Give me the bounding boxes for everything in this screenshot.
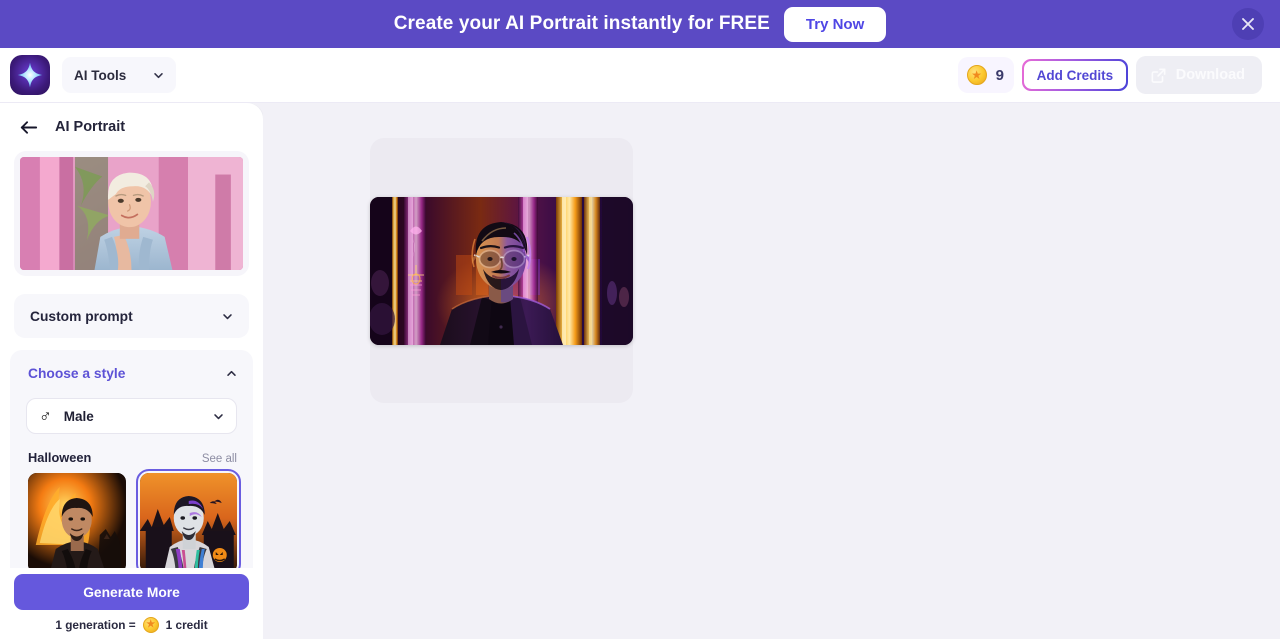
chevron-down-icon: [223, 313, 232, 319]
gender-dropdown[interactable]: ♂ Male: [26, 398, 237, 434]
generate-more-button[interactable]: Generate More: [14, 574, 249, 610]
credits-count: 9: [995, 66, 1005, 84]
ai-tools-dropdown[interactable]: AI Tools: [62, 57, 176, 93]
result-image-card[interactable]: [370, 138, 633, 403]
source-image: [20, 157, 243, 270]
halloween-haunted-style-art: [139, 473, 237, 573]
promo-banner: Create your AI Portrait instantly for FR…: [0, 0, 1280, 48]
credit-cost-note: 1 generation = ★ 1 credit: [14, 617, 249, 633]
custom-prompt-section[interactable]: Custom prompt: [14, 294, 249, 338]
credit-cost-suffix: 1 credit: [165, 618, 208, 632]
style-thumbnail-row: [18, 465, 245, 577]
chevron-up-icon: [227, 370, 236, 376]
app-logo-sparkle-icon: [17, 62, 43, 88]
gender-value: Male: [63, 408, 94, 424]
add-credits-label: Add Credits: [1023, 60, 1127, 90]
custom-prompt-label: Custom prompt: [30, 308, 133, 324]
page-title: AI Portrait: [55, 119, 126, 135]
sidebar-panel: AI Portrait Custom prompt Choose a style…: [0, 103, 263, 639]
generated-result-image: [370, 196, 633, 345]
sidebar-header: AI Portrait: [0, 103, 263, 151]
external-link-icon: [1151, 68, 1166, 83]
category-title: Halloween: [28, 450, 92, 465]
choose-style-section: Choose a style ♂ Male Halloween See all: [10, 350, 253, 583]
halloween-fire-style-art: [28, 473, 126, 573]
add-credits-button[interactable]: Add Credits: [1022, 59, 1128, 91]
coin-icon: ★: [966, 65, 987, 85]
choose-style-header[interactable]: Choose a style: [18, 362, 245, 384]
category-header: Halloween See all: [18, 434, 245, 465]
choose-style-label: Choose a style: [28, 365, 126, 381]
coin-icon: ★: [142, 617, 159, 633]
see-all-link[interactable]: See all: [202, 453, 237, 465]
style-thumbnail-halloween-haunted[interactable]: [135, 469, 241, 577]
male-symbol-icon: ♂: [39, 406, 52, 426]
back-arrow-icon[interactable]: [18, 117, 39, 138]
app-header: AI Tools ★ 9 Add Credits Download: [0, 48, 1280, 103]
generate-section: Generate More 1 generation = ★ 1 credit: [0, 568, 263, 639]
promo-banner-text: Create your AI Portrait instantly for FR…: [393, 13, 770, 34]
close-icon: [1242, 18, 1254, 30]
download-label: Download: [1175, 67, 1245, 83]
source-image-card[interactable]: [14, 151, 249, 276]
style-thumbnail-halloween-fire[interactable]: [28, 473, 126, 573]
try-now-button[interactable]: Try Now: [783, 6, 887, 42]
ai-portrait-app: Create your AI Portrait instantly for FR…: [0, 0, 1280, 639]
chevron-down-icon: [154, 72, 163, 78]
main-canvas: [263, 103, 1280, 639]
credits-balance[interactable]: ★ 9: [957, 57, 1015, 93]
app-logo[interactable]: [10, 55, 50, 95]
generated-neon-portrait-art: [370, 196, 633, 345]
ai-tools-dropdown-label: AI Tools: [74, 67, 127, 83]
close-banner-button[interactable]: [1232, 8, 1264, 40]
header-actions: ★ 9 Add Credits Download: [957, 56, 1280, 94]
promo-banner-content: Create your AI Portrait instantly for FR…: [393, 6, 887, 42]
download-button[interactable]: Download: [1135, 56, 1262, 94]
source-image-art: [20, 157, 243, 270]
credit-cost-prefix: 1 generation =: [55, 618, 136, 632]
chevron-down-icon: [214, 413, 223, 419]
